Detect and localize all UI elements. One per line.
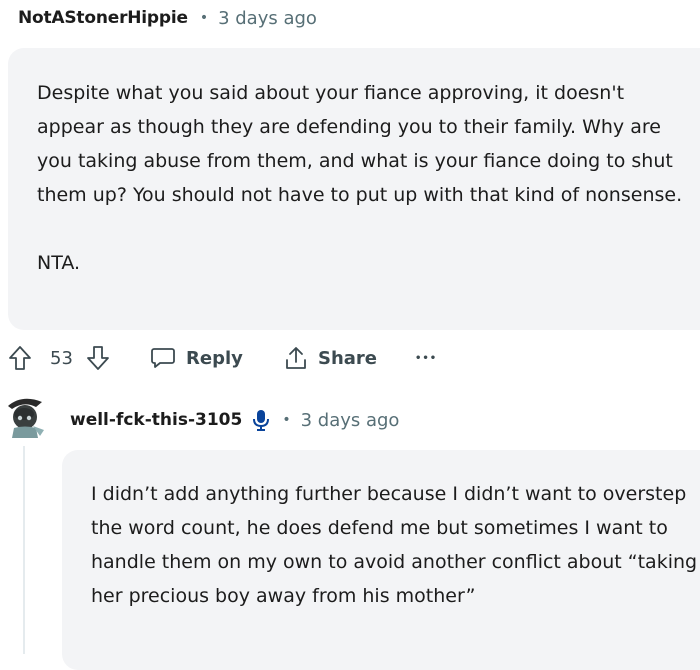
comment-body: I didn’t add anything further because I … (62, 450, 700, 670)
downvote-button[interactable] (86, 340, 110, 376)
reply-label: Reply (186, 347, 243, 369)
comment-author[interactable]: NotAStonerHippie (18, 8, 188, 28)
vote-score-value: 53 (50, 347, 73, 369)
share-button[interactable]: Share (284, 340, 377, 376)
share-icon (286, 347, 306, 369)
comment-paragraph: I didn’t add anything further because I … (91, 483, 698, 607)
reply-button[interactable]: Reply (150, 340, 243, 376)
reply-bubble-icon (151, 348, 175, 368)
comment-timestamp[interactable]: 3 days ago (301, 410, 400, 431)
thread-line[interactable] (23, 446, 25, 654)
comment-action-bar: 53 Reply Share ••• (0, 340, 700, 376)
avatar[interactable] (0, 392, 50, 442)
comment-author[interactable]: well-fck-this-3105 (70, 410, 242, 430)
meta-separator: • (199, 10, 209, 26)
comment-body: Despite what you said about your fiance … (8, 48, 700, 330)
microphone-icon (252, 408, 270, 432)
comment-paragraph: NTA. (37, 252, 81, 274)
upvote-button[interactable] (8, 340, 32, 376)
more-options-button[interactable]: ••• (415, 340, 437, 376)
upvote-arrow-icon (9, 346, 31, 370)
comment-timestamp[interactable]: 3 days ago (218, 8, 317, 29)
vote-score: 53 (50, 340, 73, 376)
comment-paragraph: Despite what you said about your fiance … (37, 82, 683, 206)
more-options-icon: ••• (415, 352, 438, 364)
snoo-avatar-icon (8, 398, 44, 438)
downvote-arrow-icon (87, 346, 109, 370)
share-label: Share (318, 347, 378, 369)
meta-separator: • (282, 412, 291, 428)
comment-header: NotAStonerHippie • 3 days ago (18, 4, 317, 32)
comment-header: well-fck-this-3105 • 3 days ago (70, 405, 399, 435)
